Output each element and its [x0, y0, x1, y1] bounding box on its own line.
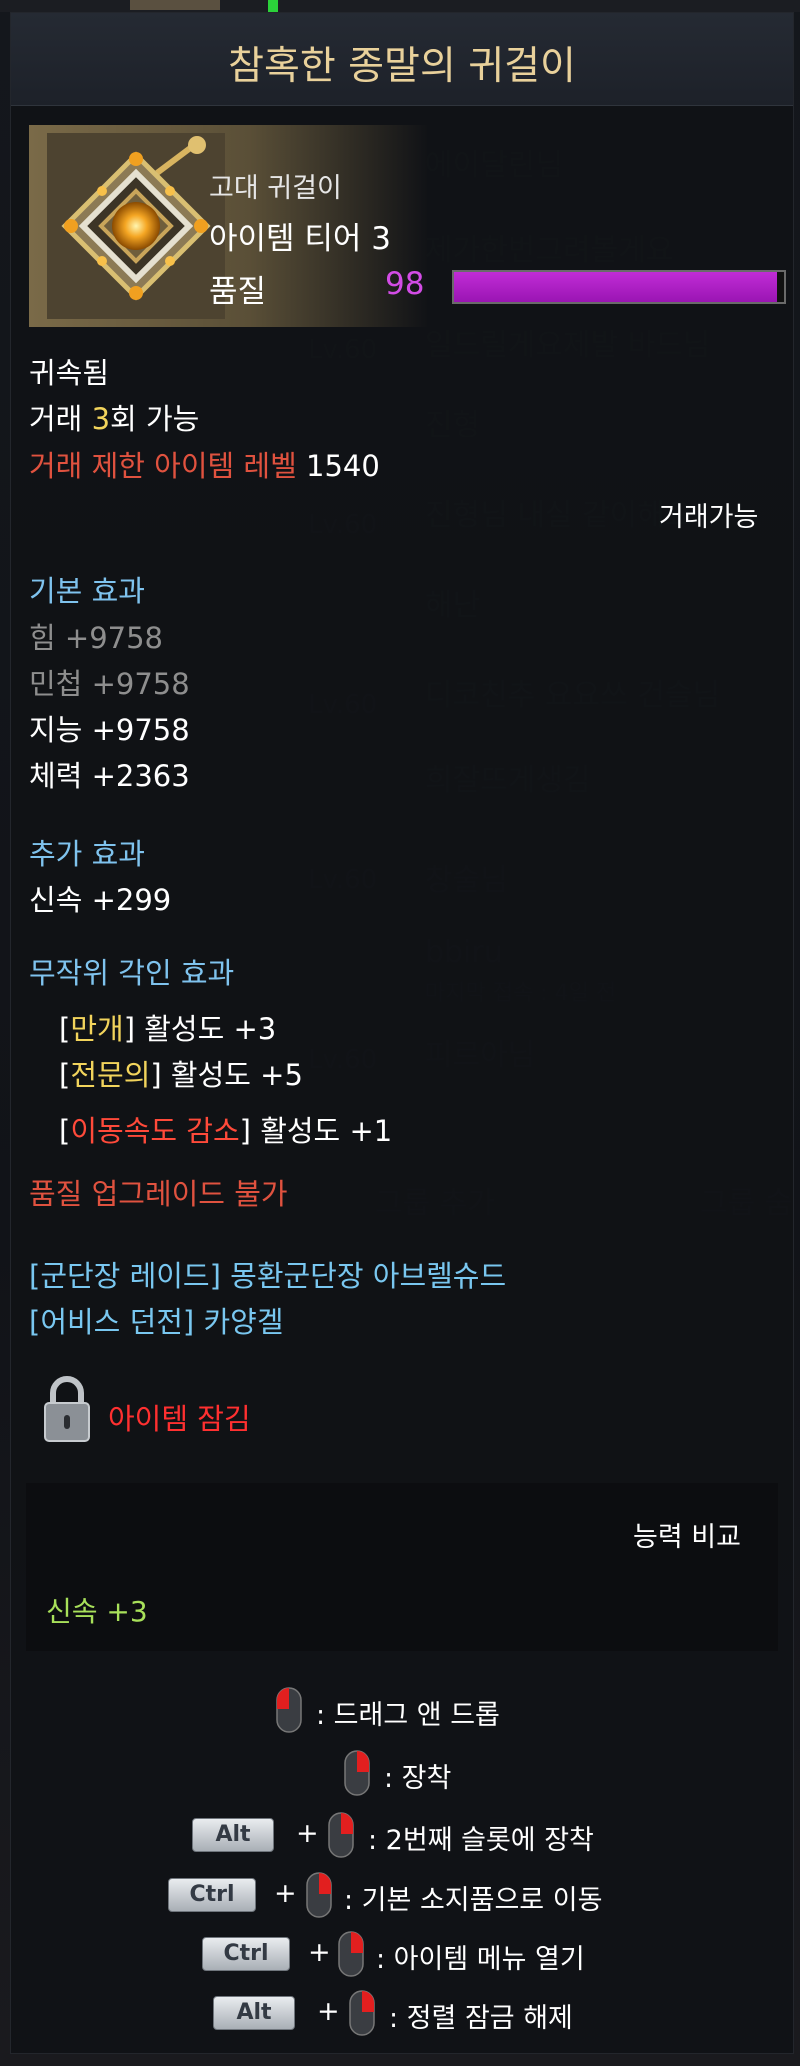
no-upgrade-notice: 품질 업그레이드 불가: [29, 1177, 288, 1211]
basic-effect-vit: 체력 +2363: [29, 759, 190, 793]
alt-key: Alt: [192, 1818, 274, 1852]
quality-value: 98: [385, 266, 425, 302]
ctrl-key: Ctrl: [168, 1878, 256, 1912]
source-raid: [군단장 레이드] 몽환군단장 아브렐슈드: [29, 1259, 507, 1293]
plus-sign: +: [296, 1818, 319, 1849]
engrave-name: 이동속도 감소: [70, 1114, 240, 1148]
item-tooltip: 참혹한 종말의 귀걸이 고대 귀걸이 아이템 티어 3 품질 98 귀속됨 거래…: [10, 12, 794, 2054]
source-dungeon: [어비스 던전] 카양겔: [29, 1305, 284, 1339]
item-tier: 아이템 티어 3: [209, 221, 392, 257]
engrave-row: [만개] 활성도 +3: [59, 1012, 277, 1046]
trade-count-number: 3: [91, 402, 111, 436]
quality-label: 품질: [209, 274, 267, 310]
basic-effect-str: 힘 +9758: [29, 621, 163, 655]
mouse-right-icon: [349, 1990, 375, 2036]
help-equip-second-slot: : 2번째 슬롯에 장착: [368, 1825, 594, 1856]
item-locked-text: 아이템 잠김: [108, 1402, 251, 1436]
engrave-row: [전문의] 활성도 +5: [59, 1058, 303, 1092]
plus-sign: +: [274, 1878, 297, 1909]
trade-suffix: 회 가능: [110, 402, 200, 436]
trade-prefix: 거래: [29, 402, 92, 436]
help-drag-drop: : 드래그 앤 드롭: [316, 1700, 500, 1731]
help-equip: : 장착: [384, 1763, 452, 1794]
basic-effect-dex: 민첩 +9758: [29, 667, 190, 701]
basic-effect-header: 기본 효과: [29, 574, 145, 608]
engrave-row: [이동속도 감소] 활성도 +1: [59, 1114, 393, 1148]
earring-icon: [47, 133, 225, 319]
bound-status: 귀속됨: [29, 356, 110, 390]
mouse-right-icon: [338, 1931, 364, 1977]
help-move-to-inventory: : 기본 소지품으로 이동: [344, 1885, 603, 1916]
ctrl-key: Ctrl: [202, 1937, 290, 1971]
item-type: 고대 귀걸이: [209, 173, 342, 204]
mouse-right-icon: [328, 1812, 354, 1858]
extra-effect: 신속 +299: [29, 883, 172, 917]
trade-level-restriction: 거래 제한 아이템 레벨 1540: [29, 443, 380, 485]
compare-value: 신속 +3: [46, 1595, 148, 1628]
mouse-right-icon: [306, 1872, 332, 1918]
mouse-right-icon: [344, 1750, 370, 1796]
trade-level-value: 1540: [296, 449, 380, 483]
engrave-header: 무작위 각인 효과: [29, 956, 235, 990]
engrave-name: 전문의: [70, 1058, 151, 1092]
trade-count: 거래 3회 가능: [29, 396, 199, 438]
basic-effect-int: 지능 +9758: [29, 713, 190, 747]
engrave-value: 활성도 +1: [260, 1114, 393, 1148]
game-screen: 에이달린님 제가한번그려볼게요 일드릴게요제발 바드님 진형 진형님 내실 같이…: [0, 0, 800, 2066]
engrave-name: 만개: [70, 1012, 124, 1046]
help-open-item-menu: : 아이템 메뉴 열기: [376, 1944, 585, 1975]
plus-sign: +: [308, 1937, 331, 1968]
item-name: 참혹한 종말의 귀걸이: [228, 44, 576, 89]
quality-bar-fill: [454, 272, 778, 302]
plus-sign: +: [317, 1996, 340, 2027]
compare-title: 능력 비교: [633, 1522, 741, 1553]
control-help: : 드래그 앤 드롭 : 장착 Alt + : 2번째 슬롯에 장착 Ctrl …: [26, 1663, 778, 2053]
trade-level-label: 거래 제한 아이템 레벨: [29, 449, 297, 483]
tooltip-title-bar: 참혹한 종말의 귀걸이: [11, 13, 793, 106]
alt-key: Alt: [213, 1996, 295, 2030]
top-status-strip: [0, 0, 800, 12]
mouse-left-icon: [276, 1687, 302, 1733]
help-unlock-sort: : 정렬 잠금 해제: [389, 2003, 573, 2034]
tradeable-label: 거래가능: [659, 502, 759, 533]
quality-bar: [452, 270, 786, 304]
engrave-value: 활성도 +3: [144, 1012, 277, 1046]
ability-compare-box: 능력 비교 신속 +3: [26, 1483, 778, 1651]
extra-effect-header: 추가 효과: [29, 837, 145, 871]
engrave-value: 활성도 +5: [170, 1058, 303, 1092]
lock-icon: [44, 1376, 90, 1442]
